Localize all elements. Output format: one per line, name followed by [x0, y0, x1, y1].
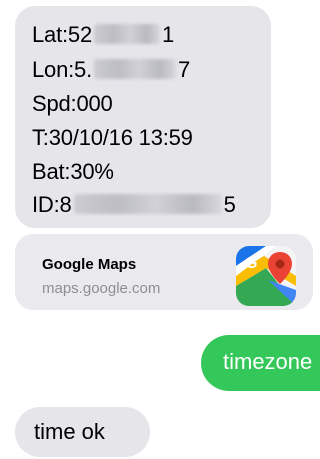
- incoming-reply-bubble[interactable]: time ok: [15, 407, 150, 457]
- link-preview-title: Google Maps: [42, 256, 137, 273]
- redacted-blur: [93, 24, 160, 44]
- svg-text:G: G: [245, 255, 257, 272]
- redacted-blur: [73, 194, 222, 214]
- latitude-tail-digit: 1: [161, 22, 175, 47]
- speed-line: Spd:000: [32, 91, 113, 116]
- latitude-line: Lat:52 1: [32, 22, 174, 48]
- redacted-blur: [93, 59, 176, 79]
- time-line: T:30/10/16 13:59: [32, 125, 193, 150]
- device-id-tail-digit: 5: [223, 192, 236, 217]
- google-maps-icon[interactable]: G: [236, 246, 296, 306]
- reply-message-text: time ok: [34, 419, 105, 444]
- battery-line: Bat:30%: [32, 159, 114, 184]
- link-preview-url: maps.google.com: [42, 280, 161, 297]
- device-id-line: ID:8 5: [32, 192, 236, 218]
- longitude-visible-digits: 5.: [74, 57, 92, 82]
- longitude-tail-digit: 7: [177, 57, 191, 82]
- longitude-label: Lon:: [32, 57, 75, 82]
- latitude-label: Lat:: [32, 22, 68, 47]
- longitude-line: Lon:5. 7: [32, 57, 190, 83]
- device-id-label: ID:: [32, 192, 60, 217]
- outgoing-message-text: timezone: [223, 349, 313, 374]
- device-id-visible-digit: 8: [59, 192, 72, 217]
- outgoing-message-bubble[interactable]: timezone: [201, 335, 320, 391]
- latitude-visible-digits: 52: [67, 22, 92, 47]
